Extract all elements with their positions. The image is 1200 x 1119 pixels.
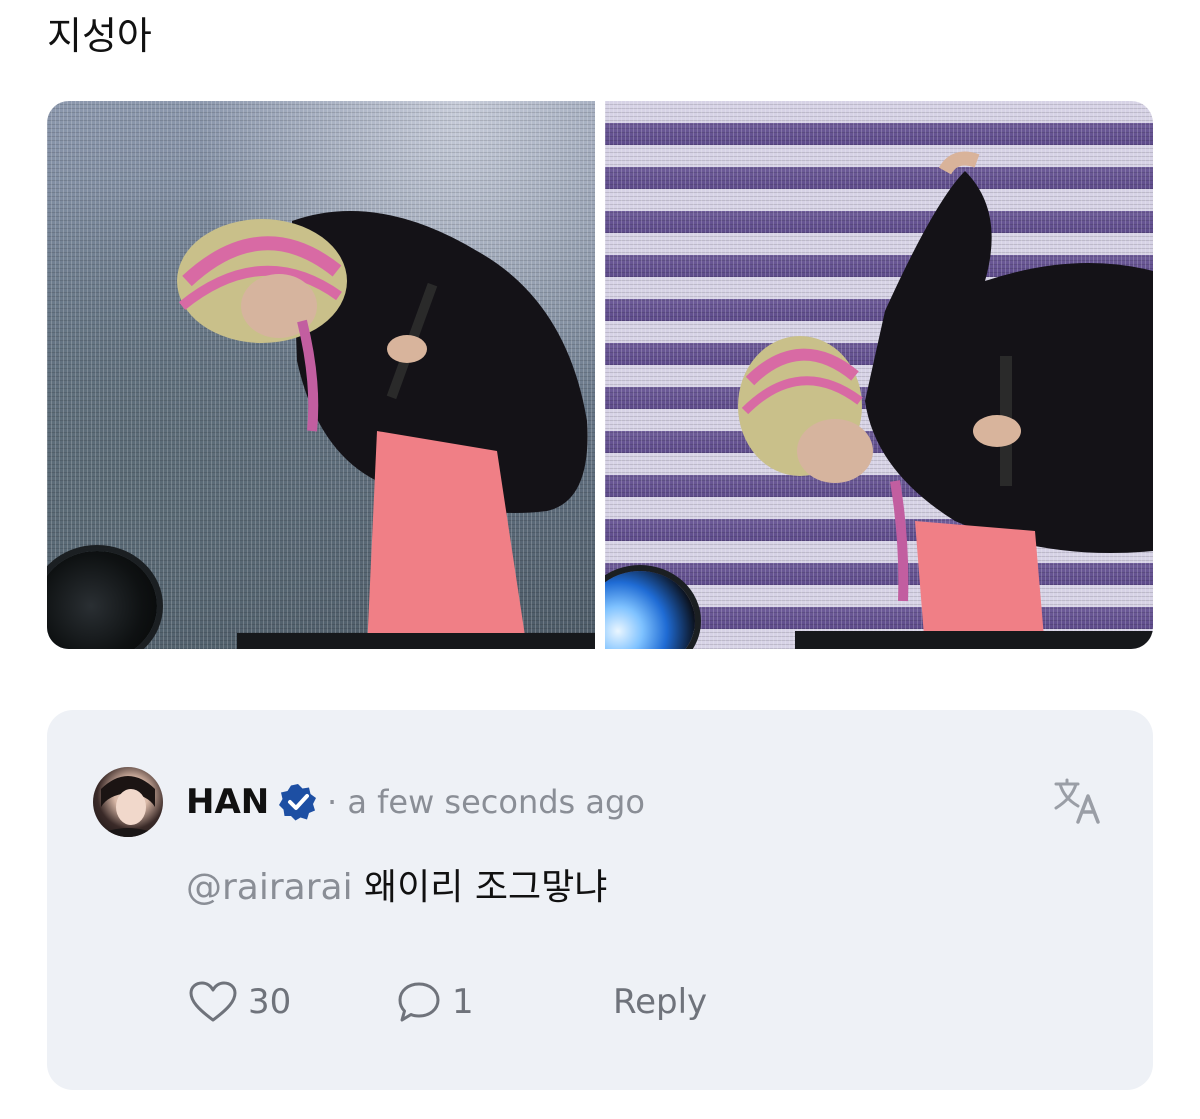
reply-button[interactable]: Reply (613, 978, 707, 1026)
comment-author[interactable]: HAN (186, 782, 269, 822)
avatar[interactable] (93, 767, 163, 837)
performer-figure (738, 151, 1153, 649)
post-photo-2[interactable] (605, 101, 1153, 649)
avatar-portrait (93, 776, 163, 837)
comment-text: 왜이리 조그맣냐 (364, 867, 608, 908)
user-mention[interactable]: @rairarai (186, 867, 353, 908)
verified-badge-icon (279, 784, 316, 821)
reply-count: 1 (452, 982, 474, 1022)
replies-button[interactable]: 1 (396, 978, 474, 1026)
stage-edge (795, 631, 1153, 649)
comment-body: @rairarai 왜이리 조그맣냐 (186, 865, 607, 911)
post-photo-1[interactable] (47, 101, 595, 649)
heart-icon (189, 981, 237, 1022)
post-text: 지성아 (47, 14, 152, 58)
like-count: 30 (248, 982, 292, 1022)
comment-card: HAN · a few seconds ago @rairarai 왜이리 조그… (47, 710, 1153, 1090)
translate-icon[interactable] (1052, 778, 1104, 826)
comment-timestamp: · a few seconds ago (327, 783, 645, 821)
speech-bubble-icon (398, 982, 440, 1022)
stage-edge (237, 633, 595, 649)
like-button[interactable]: 30 (188, 978, 291, 1026)
reply-label: Reply (613, 982, 708, 1022)
